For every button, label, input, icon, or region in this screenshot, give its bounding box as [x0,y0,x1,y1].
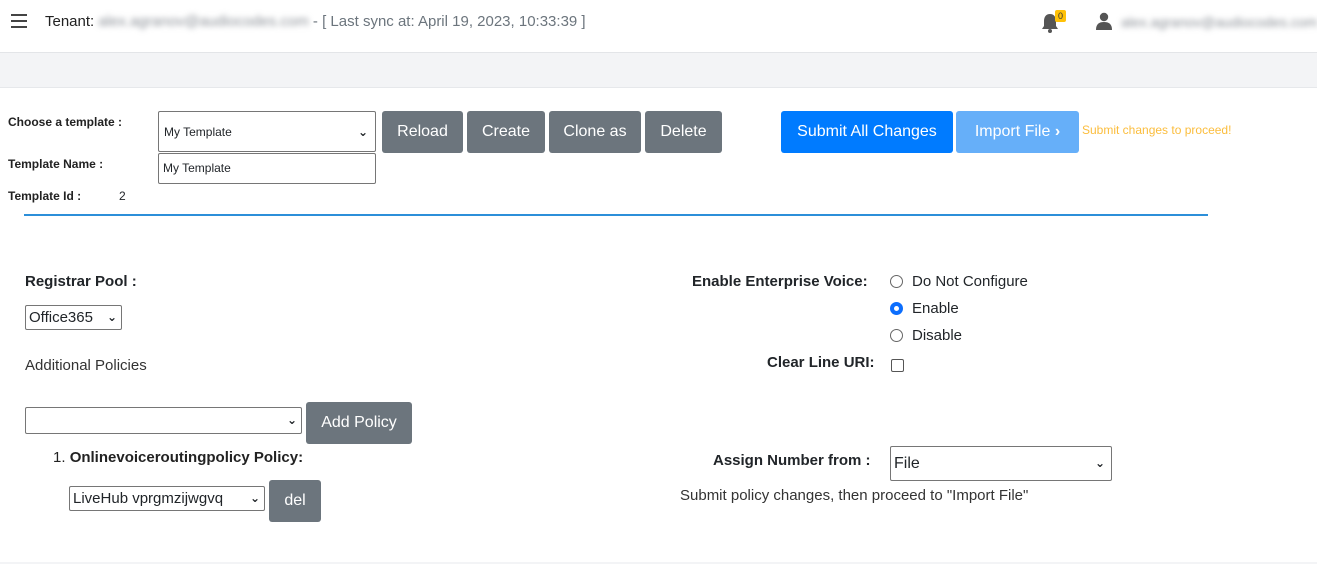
chevron-right-icon: › [1054,123,1061,140]
tenant-value: alex.agranov@audiocodes.com [98,13,309,30]
template-id-value: 2 [119,189,126,203]
radio-disable[interactable]: Disable [890,327,962,344]
chevron-down-icon: ⌄ [249,491,260,505]
radio-button[interactable] [890,275,903,288]
policy-item-title: Onlinevoiceroutingpolicy Policy: [69,449,304,466]
chevron-down-icon: ⌄ [286,413,297,427]
tenant-label: Tenant: [45,13,95,30]
import-file-label: Import File [974,123,1051,140]
top-bar: Tenant: alex.agranov@audiocodes.com - [ … [0,0,1317,53]
create-button[interactable]: Create [467,111,545,153]
registrar-pool-select[interactable]: Office365 ⌄ [25,305,122,330]
template-name-label: Template Name : [8,157,104,171]
import-file-button[interactable]: Import File › [956,111,1079,153]
clear-line-uri-checkbox[interactable] [891,359,904,372]
enterprise-voice-label: Enable Enterprise Voice: [692,273,868,290]
delete-button[interactable]: Delete [645,111,722,153]
hamburger-menu-icon[interactable] [11,14,27,28]
template-id-label: Template Id : [8,189,82,203]
del-policy-button[interactable]: del [269,480,321,522]
policy-item-number: 1. [53,449,66,466]
policy-select[interactable]: ⌄ [25,407,302,434]
submit-warning-text: Submit changes to proceed! [1082,123,1232,137]
radio-label: Disable [912,327,963,344]
section-divider [24,214,1208,216]
clone-as-button[interactable]: Clone as [549,111,641,153]
radio-label: Enable [912,300,959,317]
radio-do-not-configure[interactable]: Do Not Configure [890,273,1028,290]
radio-label: Do Not Configure [912,273,1028,290]
registrar-pool-value: Office365 [29,309,93,326]
template-name-input[interactable]: My Template [158,153,376,184]
additional-policies-label: Additional Policies [25,357,147,374]
radio-button-selected[interactable] [890,302,903,315]
chevron-down-icon: ⌄ [106,310,117,324]
chevron-down-icon: ⌄ [357,125,368,139]
assign-number-value: File [894,455,920,472]
choose-template-label: Choose a template : [8,115,123,129]
policy-item-value: LiveHub vprgmzijwgvq [73,490,224,507]
import-hint-text: Submit policy changes, then proceed to "… [680,487,1029,504]
user-name[interactable]: alex.agranov@audiocodes.com [1121,14,1317,30]
radio-button[interactable] [890,329,903,342]
user-icon[interactable] [1096,12,1112,30]
template-name-value: My Template [163,161,231,175]
notification-badge: 0 [1055,10,1067,22]
add-policy-button[interactable]: Add Policy [306,402,412,444]
assign-number-select[interactable]: File ⌄ [890,446,1112,481]
last-sync-text: - [ Last sync at: April 19, 2023, 10:33:… [312,13,586,30]
assign-number-label: Assign Number from : [713,452,871,469]
policy-item-select[interactable]: LiveHub vprgmzijwgvq ⌄ [69,486,265,511]
chevron-down-icon: ⌄ [1094,456,1105,470]
clear-line-uri-label: Clear Line URI: [767,354,875,371]
template-select[interactable]: My Template ⌄ [158,111,376,152]
policy-item: 1. Onlinevoiceroutingpolicy Policy: [53,449,303,466]
template-card: Choose a template : My Template ⌄ Templa… [0,87,1317,562]
template-select-value: My Template [164,125,232,139]
reload-button[interactable]: Reload [382,111,463,153]
submit-all-changes-button[interactable]: Submit All Changes [781,111,953,153]
tenant-info: Tenant: alex.agranov@audiocodes.com - [ … [45,13,586,30]
registrar-pool-label: Registrar Pool : [25,273,137,290]
radio-enable[interactable]: Enable [890,300,959,317]
